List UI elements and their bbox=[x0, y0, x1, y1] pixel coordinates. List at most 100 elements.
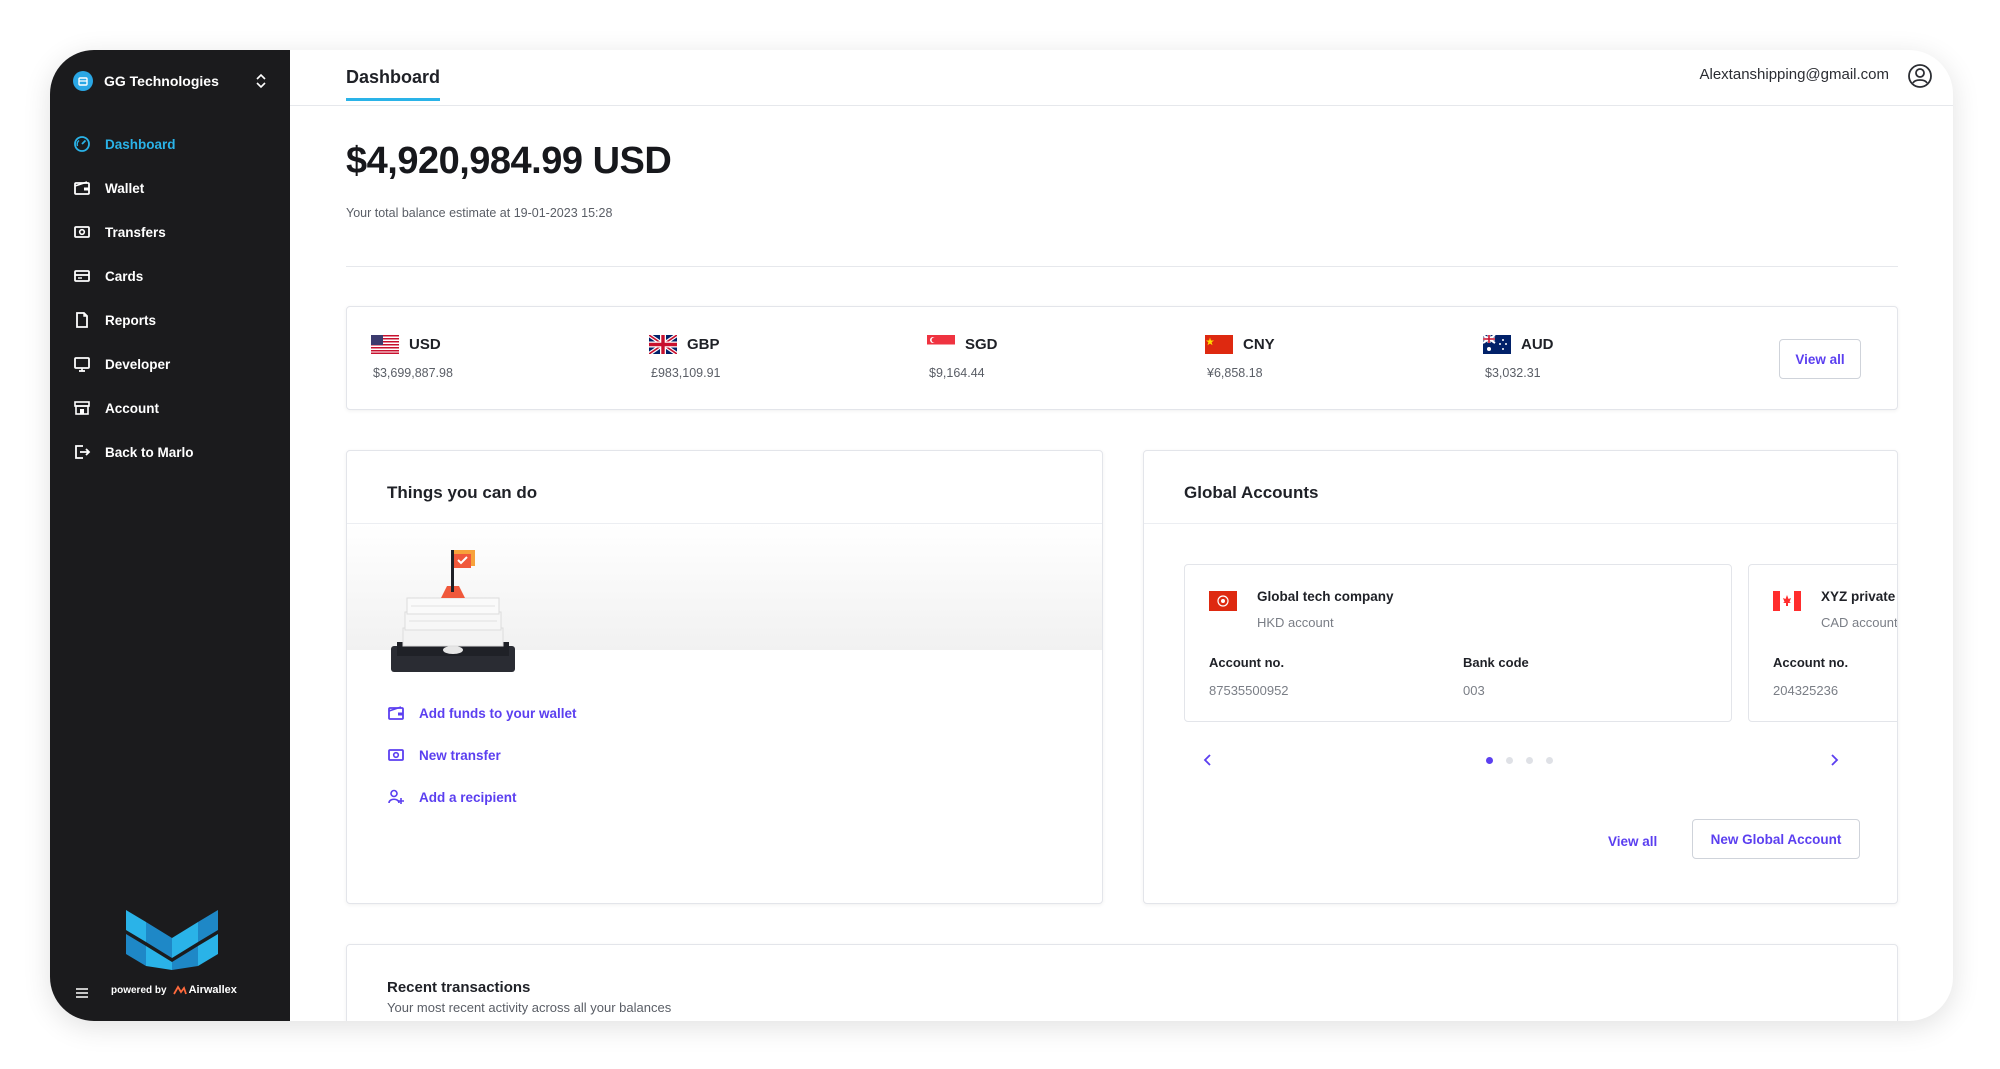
currency-code: GBP bbox=[687, 336, 720, 353]
carousel-dot[interactable] bbox=[1486, 757, 1493, 764]
sidebar-item-label: Wallet bbox=[105, 180, 145, 196]
currency-amount: ¥6,858.18 bbox=[1207, 366, 1263, 380]
marlo-logo-icon bbox=[126, 910, 218, 970]
sidebar-item-reports[interactable]: Reports bbox=[73, 298, 273, 342]
sidebar-item-cards[interactable]: Cards bbox=[73, 254, 273, 298]
account-no-label: Account no. bbox=[1209, 655, 1285, 670]
transfer-icon bbox=[388, 749, 404, 761]
airwallex-logo-icon bbox=[172, 985, 187, 995]
app-window: GG Technologies Dashboard Wallet Transfe… bbox=[50, 50, 1953, 1021]
sidebar-item-label: Dashboard bbox=[105, 136, 176, 152]
balance-subtitle: Your total balance estimate at 19-01-202… bbox=[346, 206, 613, 220]
card-title: Things you can do bbox=[387, 483, 538, 502]
ca-flag-icon bbox=[1773, 591, 1801, 611]
sidebar-item-label: Cards bbox=[105, 268, 144, 284]
cn-flag-icon bbox=[1205, 335, 1233, 354]
action-label: Add a recipient bbox=[419, 789, 517, 805]
exit-icon bbox=[75, 445, 91, 459]
sidebar-item-label: Transfers bbox=[105, 224, 166, 240]
currency-code: CNY bbox=[1243, 336, 1275, 353]
sidebar: GG Technologies Dashboard Wallet Transfe… bbox=[50, 50, 290, 1021]
user-avatar-icon[interactable] bbox=[1907, 63, 1933, 89]
sidebar-item-label: Account bbox=[105, 400, 159, 416]
inbox-flag-illustration bbox=[391, 550, 515, 672]
sidebar-item-wallet[interactable]: Wallet bbox=[73, 166, 273, 210]
global-accounts-view-all-link[interactable]: View all bbox=[1608, 834, 1657, 849]
hamburger-menu-icon[interactable] bbox=[75, 986, 89, 1000]
wallet-icon bbox=[388, 706, 404, 720]
action-label: Add funds to your wallet bbox=[419, 705, 577, 721]
top-bar: Dashboard Alextanshipping@gmail.com bbox=[290, 50, 1953, 106]
airwallex-brand: Airwallex bbox=[172, 984, 237, 996]
currency-code: SGD bbox=[965, 336, 998, 353]
carousel-dot[interactable] bbox=[1546, 757, 1553, 764]
airwallex-label: Airwallex bbox=[188, 984, 237, 996]
chevron-left-icon[interactable] bbox=[1200, 752, 1216, 768]
currency-gbp[interactable]: GBP £983,109.91 bbox=[649, 335, 721, 380]
card-subtitle: Your most recent activity across all you… bbox=[387, 1000, 672, 1015]
new-transfer-link[interactable]: New transfer bbox=[387, 746, 501, 764]
transfer-icon bbox=[74, 226, 90, 238]
org-switcher[interactable]: GG Technologies bbox=[73, 66, 268, 96]
currency-balances-card: USD $3,699,887.98 GBP £983,109.91 SGD $9… bbox=[346, 306, 1898, 410]
currency-cny[interactable]: CNY ¥6,858.18 bbox=[1205, 335, 1275, 380]
total-balance: $4,920,984.99 USD bbox=[346, 140, 672, 182]
currency-aud[interactable]: AUD $3,032.31 bbox=[1483, 335, 1554, 380]
add-recipient-link[interactable]: Add a recipient bbox=[387, 788, 517, 806]
currency-amount: $3,032.31 bbox=[1485, 366, 1541, 380]
user-email: Alextanshipping@gmail.com bbox=[1699, 66, 1890, 83]
dashboard-icon bbox=[74, 136, 90, 152]
account-type: CAD account bbox=[1821, 615, 1897, 630]
new-global-account-button[interactable]: New Global Account bbox=[1692, 819, 1860, 859]
carousel-dot[interactable] bbox=[1506, 757, 1513, 764]
report-icon bbox=[76, 312, 88, 328]
divider bbox=[346, 266, 1898, 267]
powered-by: powered by Airwallex bbox=[111, 984, 237, 996]
currency-amount: $9,164.44 bbox=[929, 366, 985, 380]
currency-amount: $3,699,887.98 bbox=[373, 366, 453, 380]
account-no: 87535500952 bbox=[1209, 683, 1289, 698]
card-title: Global Accounts bbox=[1184, 483, 1319, 502]
currency-code: AUD bbox=[1521, 336, 1554, 353]
uk-flag-icon bbox=[649, 335, 677, 354]
powered-by-label: powered by bbox=[111, 984, 167, 996]
recent-transactions-card: Recent transactions Your most recent act… bbox=[346, 944, 1898, 1021]
org-logo-icon bbox=[73, 71, 93, 91]
chevron-right-icon[interactable] bbox=[1826, 752, 1842, 768]
sidebar-item-developer[interactable]: Developer bbox=[73, 342, 273, 386]
currency-amount: £983,109.91 bbox=[651, 366, 721, 380]
sidebar-item-dashboard[interactable]: Dashboard bbox=[73, 122, 273, 166]
monitor-icon bbox=[74, 357, 90, 372]
carousel-pagination bbox=[1486, 757, 1566, 764]
currency-usd[interactable]: USD $3,699,887.98 bbox=[371, 335, 453, 380]
card-icon bbox=[74, 270, 90, 282]
bank-code: 003 bbox=[1463, 683, 1485, 698]
wallet-icon bbox=[74, 181, 90, 195]
currencies-view-all-button[interactable]: View all bbox=[1779, 339, 1861, 379]
sidebar-item-label: Developer bbox=[105, 356, 171, 372]
account-name: XYZ private bbox=[1821, 589, 1896, 604]
store-icon bbox=[74, 401, 90, 415]
account-no-label: Account no. bbox=[1773, 655, 1849, 670]
sidebar-item-account[interactable]: Account bbox=[73, 386, 273, 430]
sidebar-item-label: Back to Marlo bbox=[105, 444, 194, 460]
add-user-icon bbox=[388, 789, 404, 804]
action-label: New transfer bbox=[419, 747, 501, 763]
sidebar-item-label: Reports bbox=[105, 312, 157, 328]
sidebar-nav: Dashboard Wallet Transfers Cards Reports… bbox=[73, 122, 273, 474]
account-no: 204325236 bbox=[1773, 683, 1839, 698]
card-title: Recent transactions bbox=[387, 979, 531, 996]
global-account-card[interactable]: Global tech company HKD account Account … bbox=[1184, 564, 1732, 722]
add-funds-link[interactable]: Add funds to your wallet bbox=[387, 704, 577, 722]
us-flag-icon bbox=[371, 335, 399, 354]
sidebar-item-transfers[interactable]: Transfers bbox=[73, 210, 273, 254]
global-account-card[interactable]: XYZ private CAD account Account no. 2043… bbox=[1748, 564, 1897, 722]
au-flag-icon bbox=[1483, 335, 1511, 354]
sidebar-item-back-to-marlo[interactable]: Back to Marlo bbox=[73, 430, 273, 474]
org-name: GG Technologies bbox=[104, 73, 219, 89]
main-content: Dashboard Alextanshipping@gmail.com $4,9… bbox=[290, 50, 1953, 1021]
carousel-dot[interactable] bbox=[1526, 757, 1533, 764]
currency-sgd[interactable]: SGD $9,164.44 bbox=[927, 335, 998, 380]
tab-dashboard[interactable]: Dashboard bbox=[346, 67, 441, 101]
global-accounts-card: Global Accounts Global tech company HKD … bbox=[1143, 450, 1898, 904]
